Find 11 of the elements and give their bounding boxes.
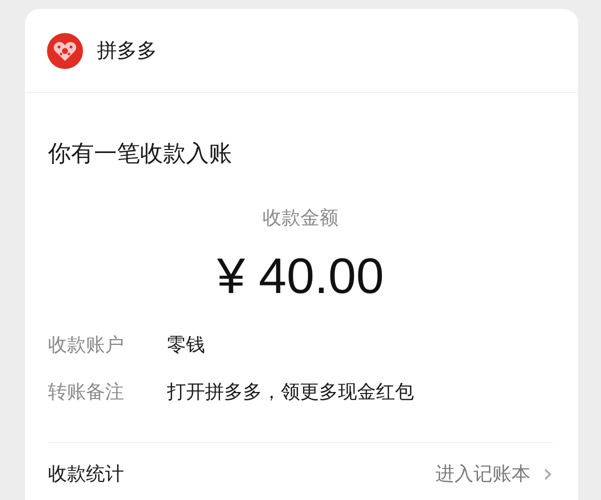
amount-label: 收款金额 [262, 206, 338, 231]
detail-label: 收款账户 [48, 332, 125, 358]
detail-label: 转账备注 [48, 380, 125, 404]
detail-value: 零钱 [167, 332, 205, 358]
statistics-label: 收款统计 [48, 462, 124, 487]
detail-value: 打开拼多多，领更多现金红包 [167, 380, 414, 404]
amount-value: ¥ 40.00 [217, 247, 384, 306]
app-name: 拼多多 [97, 37, 157, 64]
notice-title: 你有一笔收款入账 [48, 140, 233, 169]
ledger-link[interactable]: 进入记账本 › [436, 461, 553, 487]
heart-logo-icon [47, 32, 83, 68]
